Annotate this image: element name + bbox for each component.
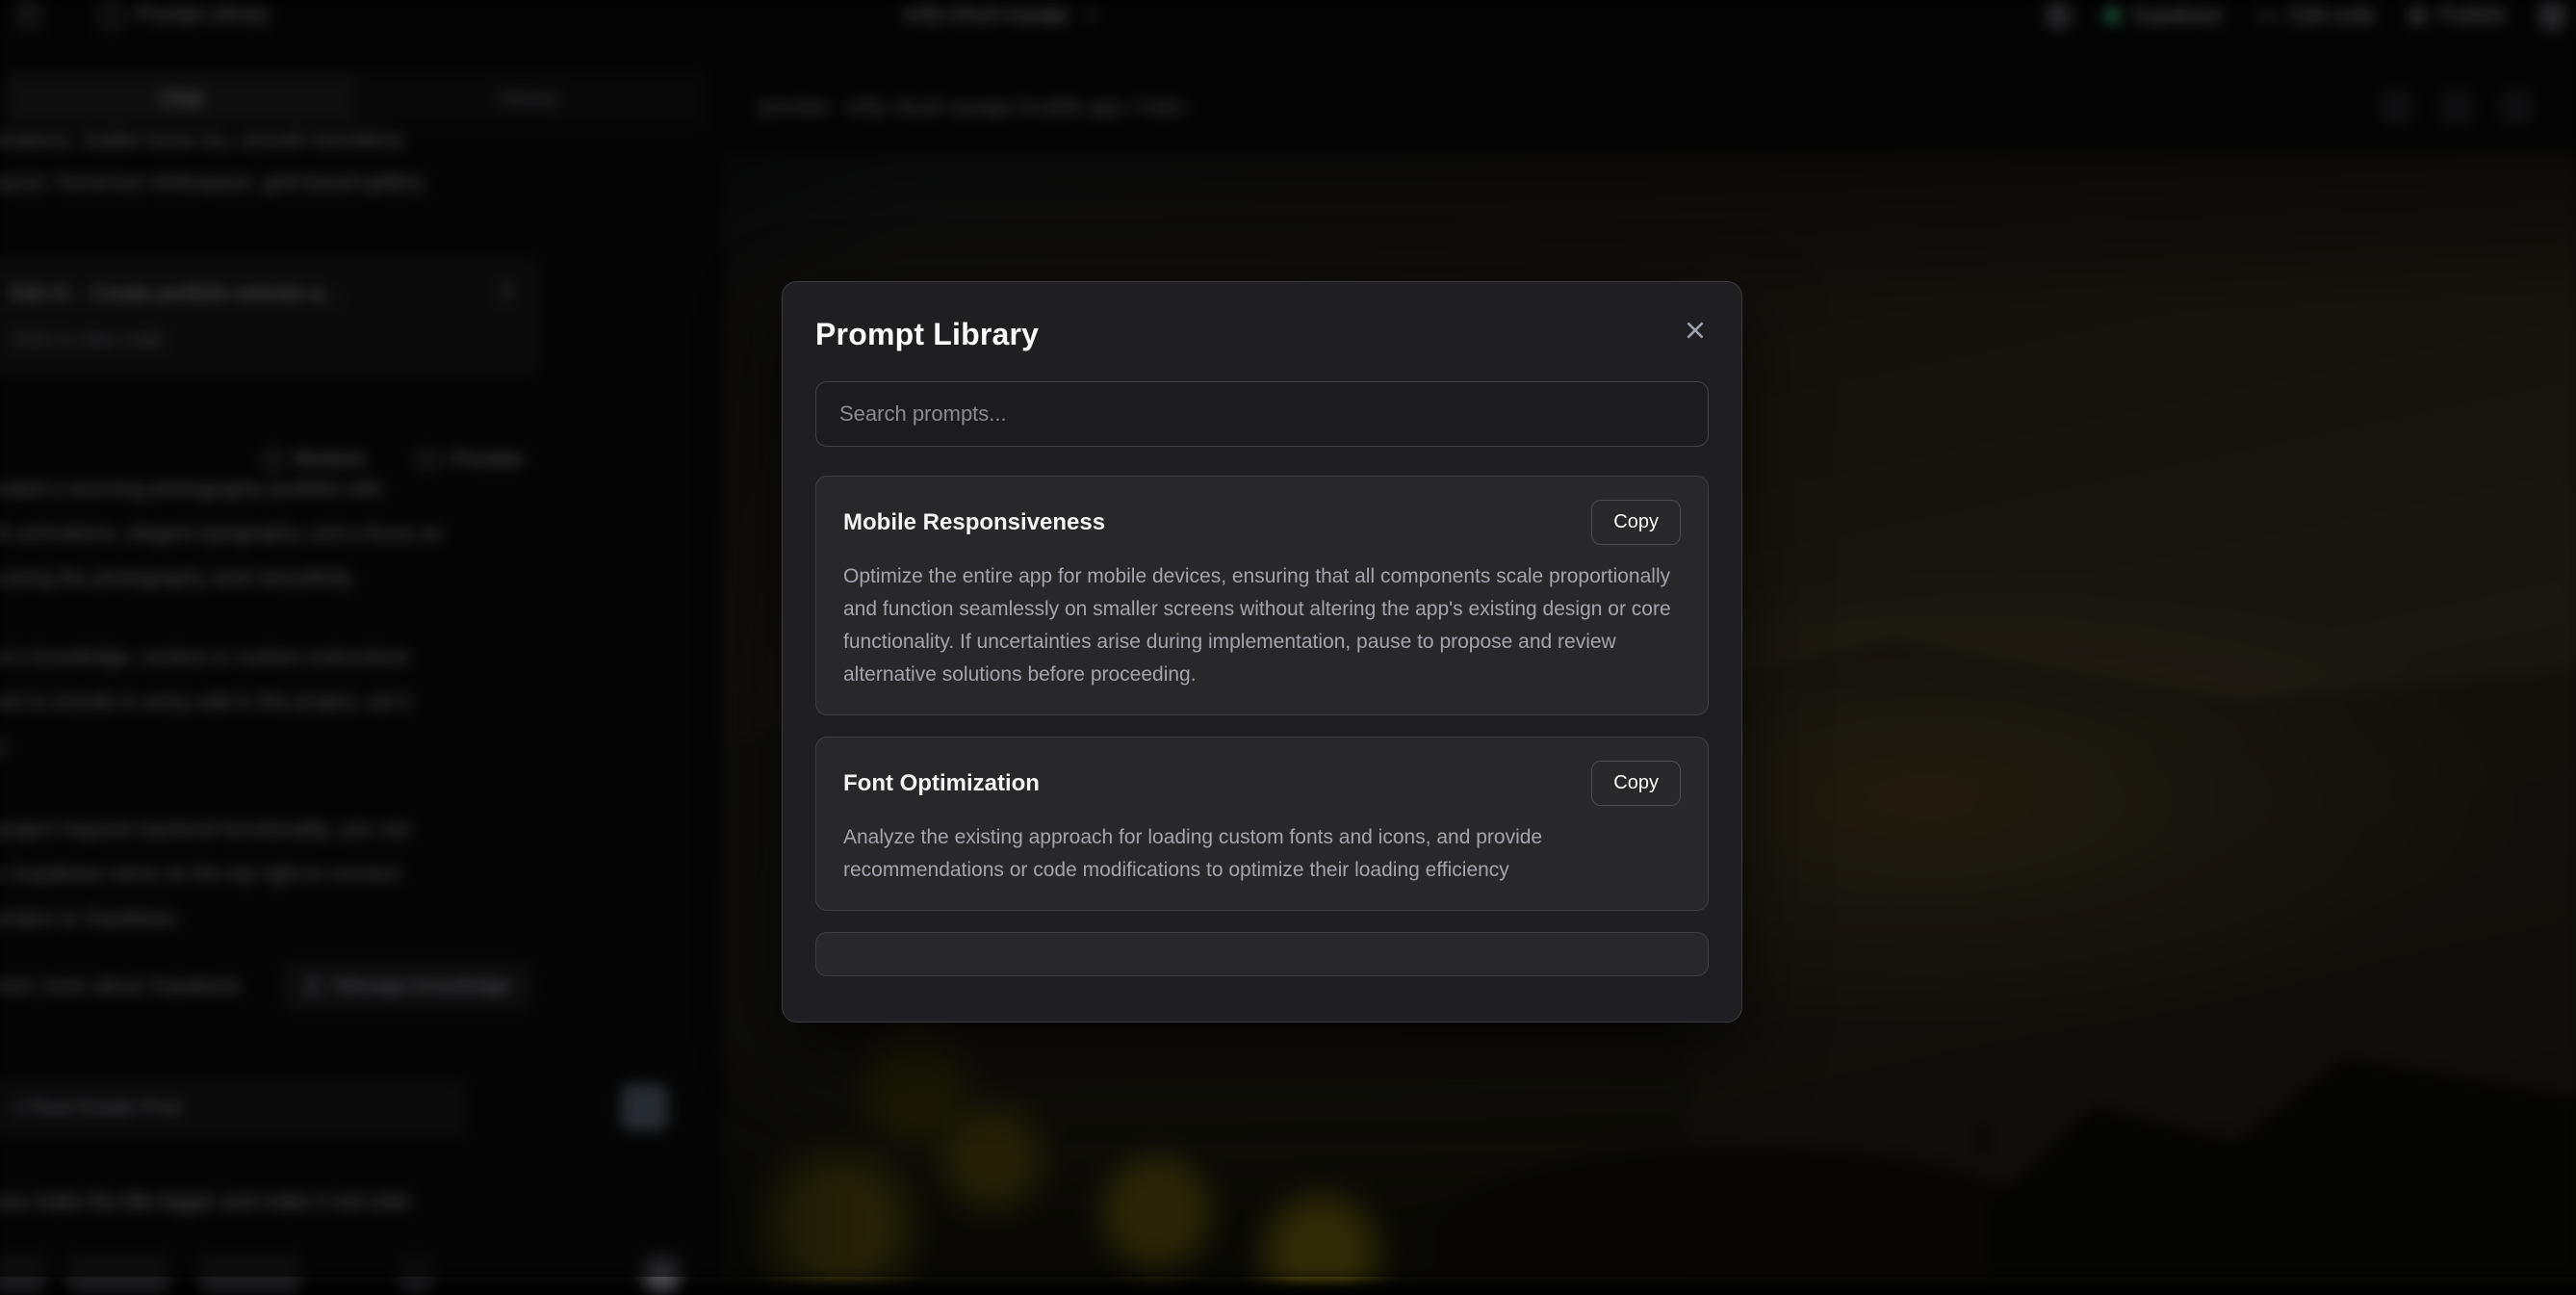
prompt-card-partial: [815, 932, 1709, 976]
prompt-card: Font Optimization Copy Analyze the exist…: [815, 737, 1709, 911]
close-icon: [1683, 318, 1708, 343]
close-button[interactable]: [1678, 313, 1713, 348]
copy-button[interactable]: Copy: [1591, 500, 1681, 545]
copy-button[interactable]: Copy: [1591, 761, 1681, 806]
search-input[interactable]: [815, 381, 1709, 447]
prompt-library-dialog: Prompt Library Mobile Responsiveness Cop…: [782, 281, 1742, 1023]
prompt-list: Mobile Responsiveness Copy Optimize the …: [815, 476, 1709, 990]
prompt-title: Font Optimization: [843, 770, 1040, 797]
prompt-title: Mobile Responsiveness: [843, 509, 1105, 536]
prompt-card: Mobile Responsiveness Copy Optimize the …: [815, 476, 1709, 715]
prompt-description: Analyze the existing approach for loadin…: [843, 821, 1681, 887]
dialog-title: Prompt Library: [815, 317, 1709, 352]
prompt-description: Optimize the entire app for mobile devic…: [843, 560, 1681, 691]
